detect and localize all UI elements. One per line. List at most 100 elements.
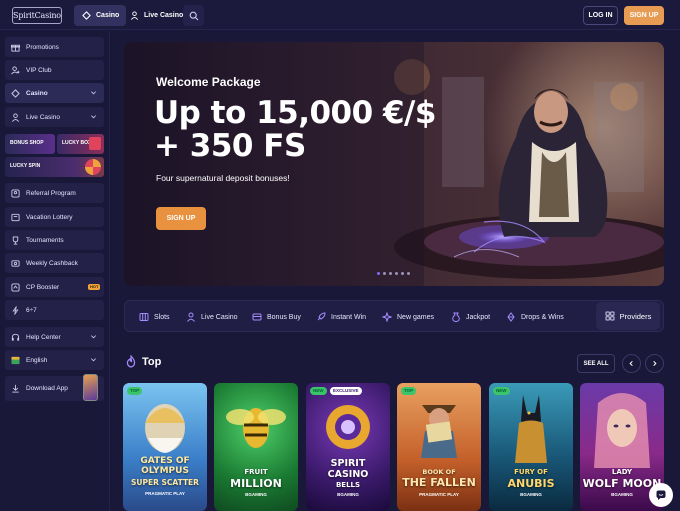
category-label: Instant Win	[331, 313, 367, 321]
rocket-icon	[317, 312, 326, 321]
nav-live-casino[interactable]: Live Casino	[122, 5, 190, 26]
category-bonus-buy[interactable]: Bonus Buy	[252, 301, 301, 333]
category-label: Jackpot	[466, 313, 491, 321]
signup-button[interactable]: SIGN UP	[624, 6, 664, 25]
sidebar-item-casino[interactable]: Casino	[5, 83, 104, 103]
spade-icon	[81, 11, 91, 21]
top-bar: SpiritCasino Casino Live Casino LOG IN S…	[0, 0, 680, 30]
sidebar-item-cp-booster[interactable]: CP Booster HOT	[5, 277, 104, 297]
chat-icon	[656, 490, 666, 500]
gift-icon	[11, 43, 20, 52]
sidebar-item-label: Vacation Lottery	[26, 213, 73, 221]
promo-tile-lucky-spin[interactable]: LUCKY SPIN	[5, 157, 104, 177]
promo-tile-lucky-box[interactable]: LUCKY BOX	[57, 134, 104, 154]
live-icon	[187, 312, 195, 322]
category-live-casino[interactable]: Live Casino	[186, 301, 238, 333]
sparkle-icon	[382, 312, 392, 322]
category-drops-wins[interactable]: Drops & Wins	[506, 301, 564, 333]
next-arrow-button[interactable]	[645, 354, 664, 373]
nav-casino-label: Casino	[96, 12, 120, 19]
wheel-icon	[85, 159, 101, 175]
login-button[interactable]: LOG IN	[583, 6, 618, 25]
sidebar-item-label: English	[26, 356, 48, 364]
game-title: BOOK OF	[422, 468, 456, 476]
category-slots[interactable]: Slots	[139, 301, 170, 333]
trophy-icon	[11, 235, 20, 245]
chevron-down-icon	[90, 356, 97, 365]
sidebar-item-vacation-lottery[interactable]: Vacation Lottery	[5, 207, 104, 227]
category-label: Bonus Buy	[267, 313, 301, 321]
welcome-banner[interactable]: Welcome Package Up to 15,000 €/$ + 350 F…	[124, 42, 664, 286]
sidebar-item-promotions[interactable]: Promotions	[5, 37, 104, 57]
game-card-fruit-million[interactable]: FRUIT MILLION BGAMING	[214, 383, 298, 511]
prev-arrow-button[interactable]	[622, 354, 641, 373]
referral-icon	[11, 188, 20, 198]
game-title: FURY OF	[514, 468, 548, 476]
carousel-dot[interactable]	[395, 272, 398, 275]
sidebar-item-label: Weekly Cashback	[26, 259, 78, 267]
grid-icon	[605, 311, 615, 321]
game-card-book-of-the-fallen[interactable]: TOP BOOK OF THE FALLEN PRAGMATIC PLAY	[397, 383, 481, 511]
category-overflow-fade	[573, 301, 593, 331]
category-instant-win[interactable]: Instant Win	[316, 301, 366, 333]
sidebar-item-referral-program[interactable]: Referral Program	[5, 183, 104, 203]
game-provider: BGAMING	[520, 492, 542, 497]
search-button[interactable]	[183, 5, 204, 26]
nav-casino[interactable]: Casino	[74, 5, 127, 26]
carousel-dot[interactable]	[383, 272, 386, 275]
game-card-gates-of-olympus[interactable]: TOP GATES OF OLYMPUS SUPER SCATTER PRAGM…	[123, 383, 207, 511]
sidebar-item-live-casino[interactable]: Live Casino	[5, 107, 104, 127]
game-subtitle: SUPER SCATTER	[131, 478, 199, 487]
sidebar-item-help-center[interactable]: Help Center	[5, 327, 104, 347]
banner-description: Four supernatural deposit bonuses!	[156, 173, 290, 183]
dealer-icon	[11, 112, 20, 122]
cashback-icon	[11, 259, 20, 268]
jackpot-icon	[452, 312, 460, 322]
sidebar-item-label: 6÷7	[26, 306, 37, 314]
promo-tile-bonus-shop[interactable]: BONUS SHOP	[5, 134, 55, 154]
search-icon	[189, 11, 198, 20]
sidebar-item-tournaments[interactable]: Tournaments	[5, 230, 104, 250]
phone-image	[83, 374, 98, 401]
game-title: SPIRIT CASINO	[327, 458, 369, 480]
carousel-dot[interactable]	[389, 272, 392, 275]
game-title: GATES OF OLYMPUS	[140, 456, 190, 476]
game-card-spirit-casino-bells[interactable]: NEW EXCLUSIVE SPIRIT CASINO BELLS BGAMIN…	[306, 383, 390, 511]
sidebar-item-download-app[interactable]: Download App	[5, 374, 104, 401]
banner-headline-line1: Up to 15,000 €/$	[154, 95, 436, 131]
game-card-fury-of-anubis[interactable]: NEW FURY OF ANUBIS BGAMING	[489, 383, 573, 511]
game-provider: PRAGMATIC PLAY	[419, 492, 459, 497]
providers-button[interactable]: Providers	[596, 302, 660, 330]
help-icon	[11, 333, 20, 342]
category-label: New games	[397, 313, 434, 321]
sidebar: Promotions VIP Club Casino Live Casino B…	[0, 31, 110, 511]
game-provider: BGAMING	[245, 492, 267, 497]
banner-signup-button[interactable]: SIGN UP	[156, 207, 206, 230]
chevron-left-icon	[629, 360, 633, 367]
category-bar: Slots Live Casino Bonus Buy Instant Win …	[124, 300, 664, 332]
promo-tile-label: BONUS SHOP	[10, 140, 44, 146]
chevron-down-icon	[90, 333, 97, 342]
sidebar-item-label: Casino	[26, 89, 48, 97]
sidebar-item-6-7[interactable]: 6÷7	[5, 300, 104, 320]
game-subtitle: MILLION	[230, 477, 282, 490]
dealer-icon	[129, 11, 139, 21]
game-provider: BGAMING	[337, 492, 359, 497]
sidebar-item-english[interactable]: English	[5, 350, 104, 370]
chat-button[interactable]	[649, 483, 673, 507]
category-new-games[interactable]: New games	[382, 301, 434, 333]
category-label: Drops & Wins	[521, 313, 564, 321]
hot-badge: HOT	[88, 284, 101, 290]
carousel-dots	[377, 272, 410, 275]
promo-tile-label: LUCKY BOX	[62, 140, 92, 146]
see-all-button[interactable]: SEE ALL	[577, 354, 615, 373]
sidebar-item-label: Referral Program	[26, 189, 76, 197]
carousel-dot[interactable]	[401, 272, 404, 275]
sidebar-item-vip-club[interactable]: VIP Club	[5, 60, 104, 80]
carousel-dot[interactable]	[407, 272, 410, 275]
category-jackpot[interactable]: Jackpot	[451, 301, 490, 333]
logo[interactable]: SpiritCasino	[12, 7, 62, 24]
sidebar-item-weekly-cashback[interactable]: Weekly Cashback	[5, 253, 104, 273]
carousel-dot[interactable]	[377, 272, 380, 275]
category-label: Live Casino	[201, 313, 238, 321]
